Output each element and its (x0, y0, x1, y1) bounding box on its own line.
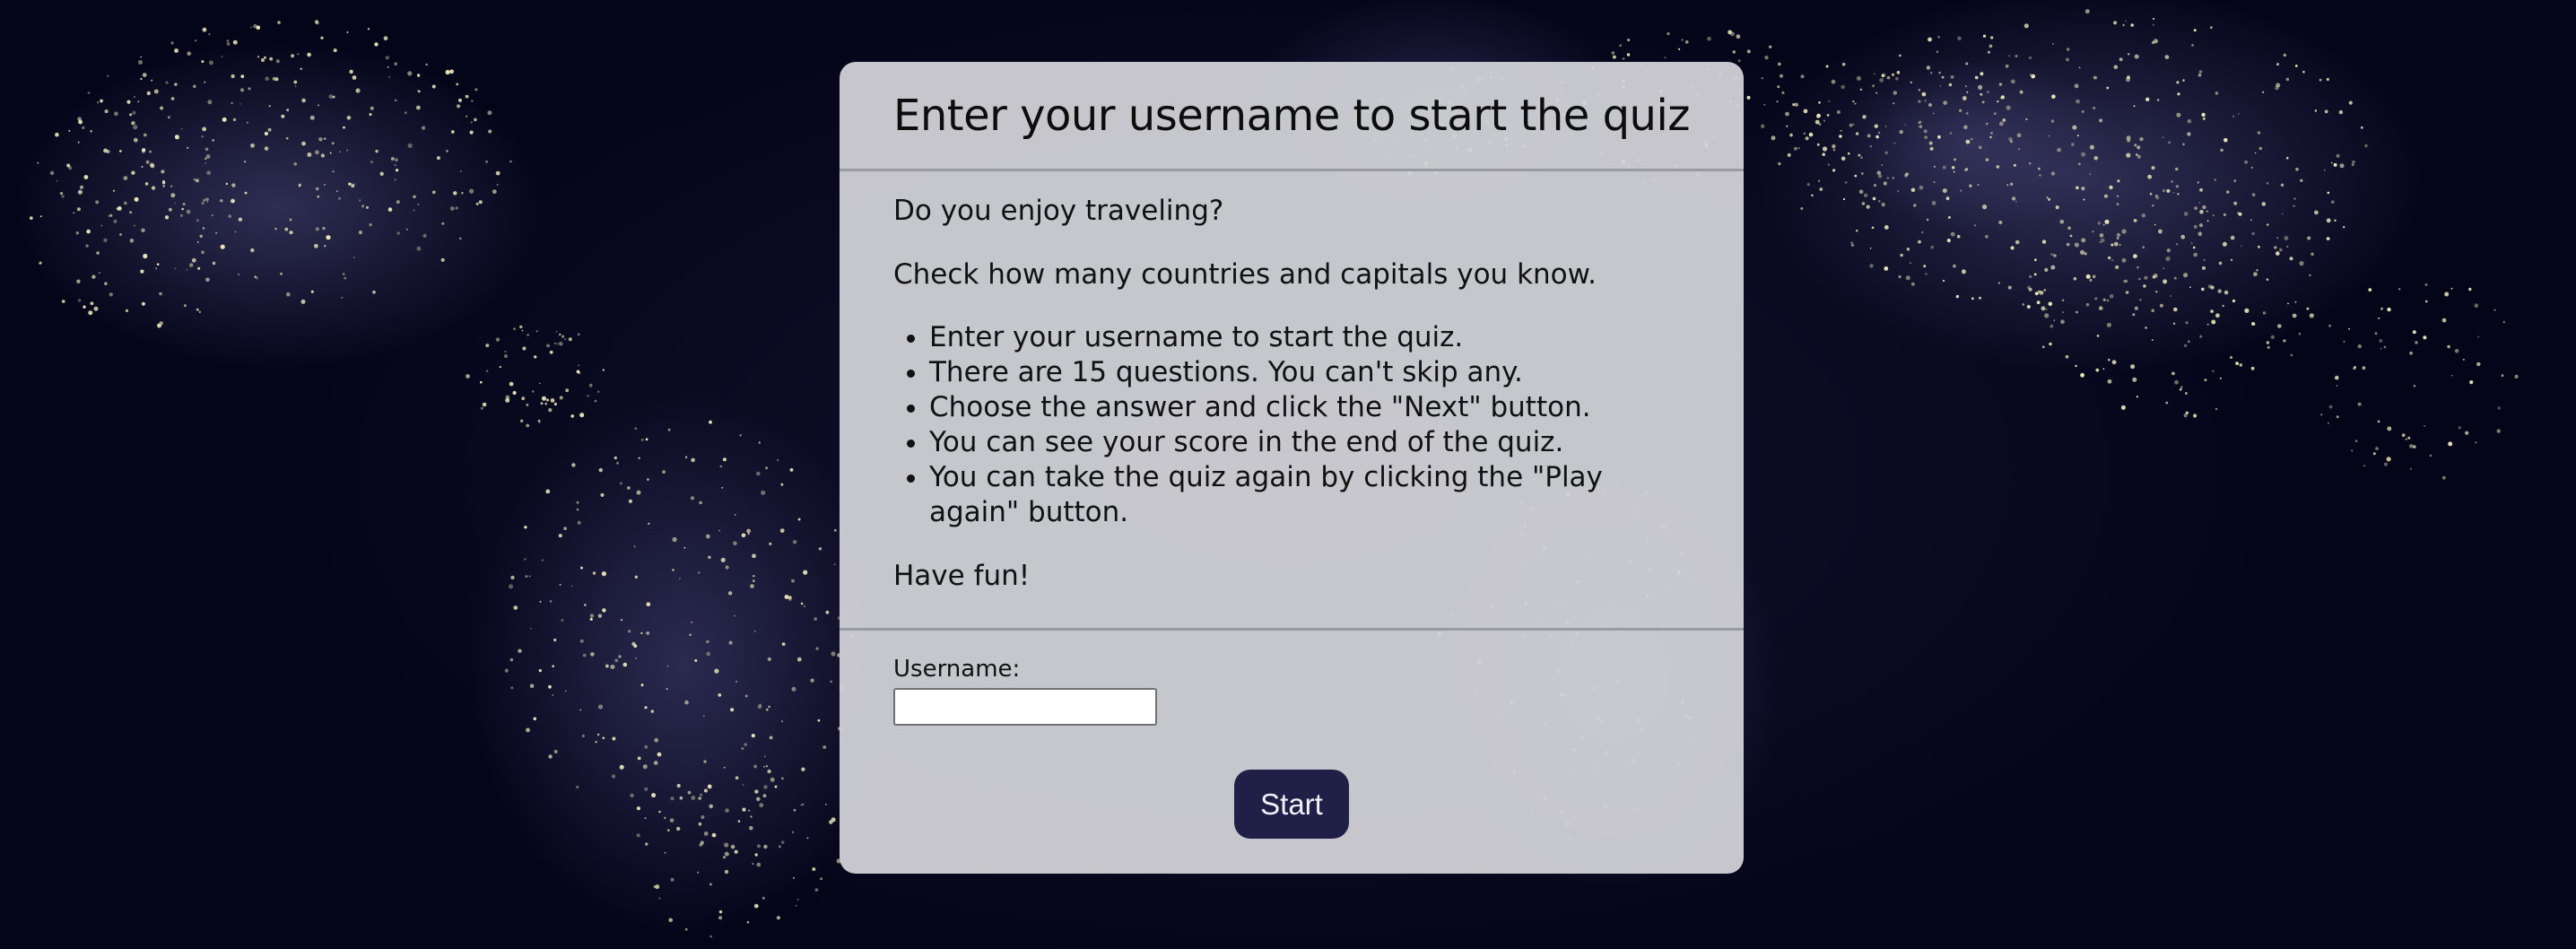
username-input[interactable] (893, 688, 1157, 726)
card-header: Enter your username to start the quiz (840, 62, 1744, 171)
rule-item: Choose the answer and click the "Next" b… (929, 390, 1690, 425)
username-label: Username: (893, 656, 1021, 683)
rule-item: You can take the quiz again by clicking … (929, 460, 1690, 530)
quiz-instructions: Do you enjoy traveling? Check how many c… (840, 171, 1744, 631)
username-form: Username: Start (840, 631, 1744, 871)
intro-text: Do you enjoy traveling? (893, 195, 1224, 227)
closing-text: Have fun! (893, 560, 1031, 592)
rule-item: You can see your score in the end of the… (929, 425, 1690, 460)
rule-item: Enter your username to start the quiz. (929, 320, 1690, 355)
quiz-start-card: Enter your username to start the quiz Do… (840, 62, 1744, 874)
check-text: Check how many countries and capitals yo… (893, 258, 1597, 291)
start-button[interactable]: Start (1234, 770, 1349, 839)
rules-list: Enter your username to start the quiz. T… (893, 320, 1690, 530)
rule-item: There are 15 questions. You can't skip a… (929, 355, 1690, 390)
page-title: Enter your username to start the quiz (893, 90, 1690, 141)
